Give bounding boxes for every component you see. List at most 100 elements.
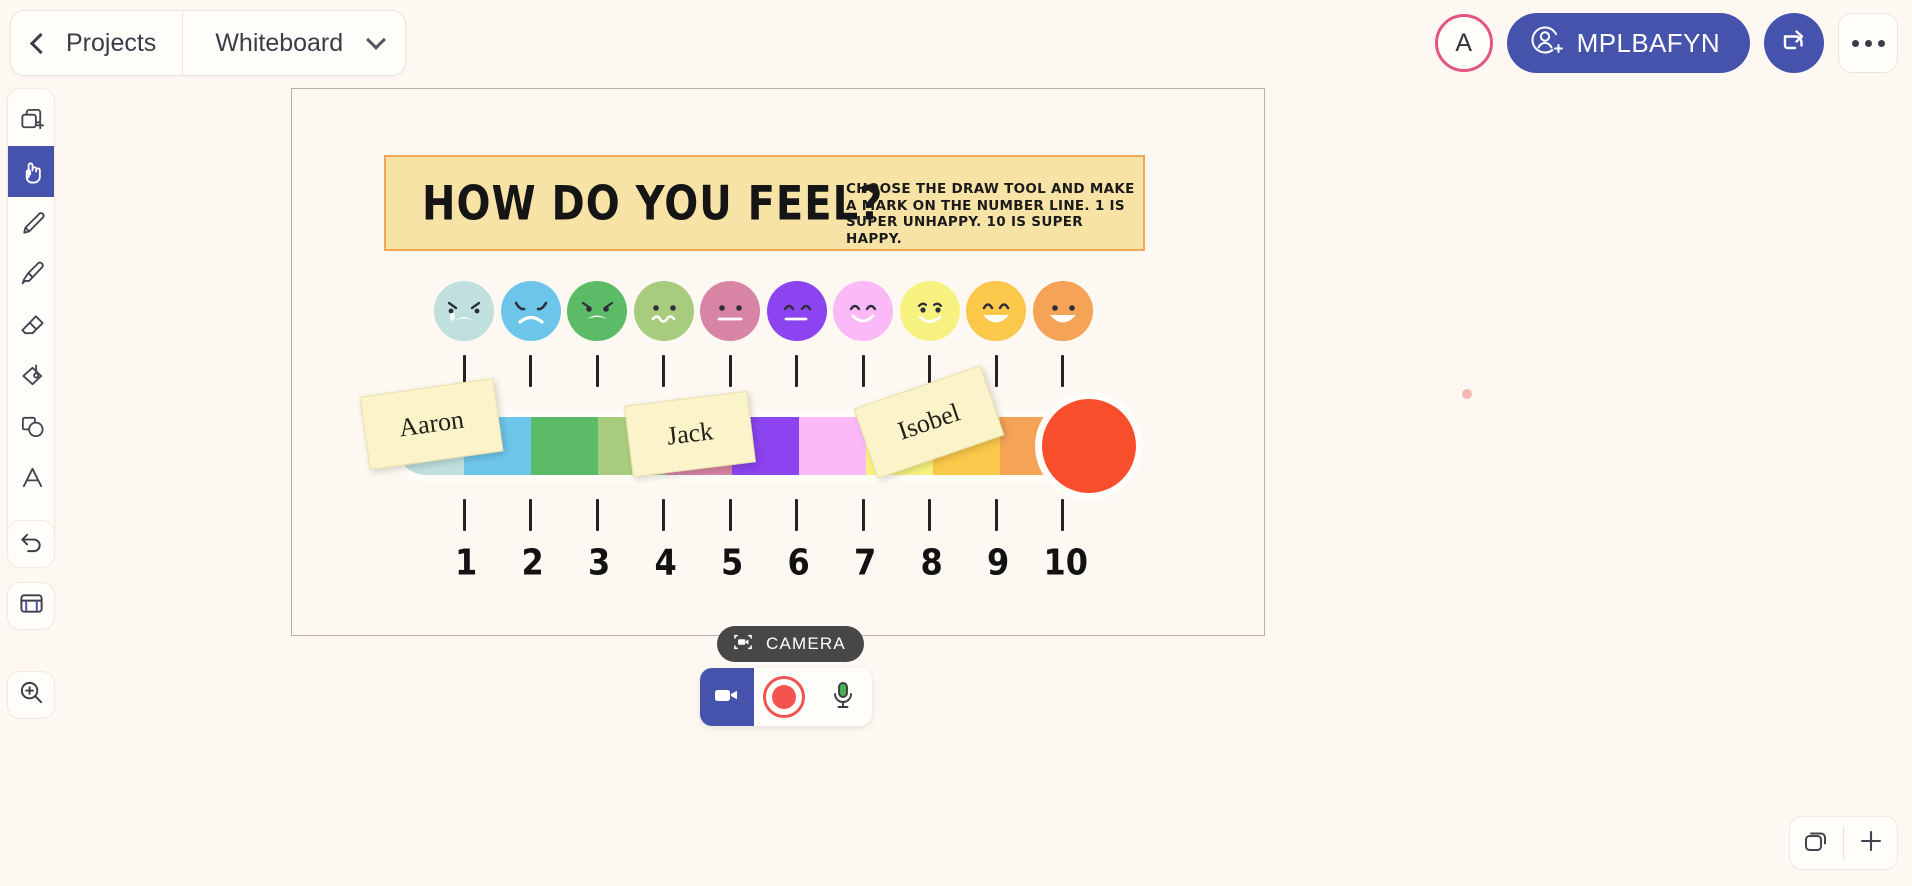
number-label-5: 5 <box>721 541 744 584</box>
tick-bottom-9 <box>994 499 998 531</box>
add-page-tool[interactable] <box>8 95 54 146</box>
camera-icon <box>713 686 741 709</box>
chevron-down-icon <box>366 30 387 50</box>
tick-bottom-4 <box>662 499 665 531</box>
number-row: 1 2 3 4 5 6 7 8 9 10 <box>292 541 1266 587</box>
highlighter-tool[interactable] <box>8 248 54 299</box>
number-label-2: 2 <box>521 541 544 584</box>
tick-top-4 <box>662 355 665 387</box>
highlighter-icon <box>19 260 46 287</box>
number-label-9: 9 <box>987 541 1010 584</box>
left-toolbar <box>7 88 55 557</box>
remote-cursor-dot <box>1462 389 1472 399</box>
plus-icon <box>1858 828 1884 859</box>
record-ring <box>763 676 805 718</box>
microphone-icon <box>830 680 856 715</box>
share-button[interactable] <box>1764 13 1824 73</box>
text-icon <box>19 464 46 491</box>
whiteboard-canvas[interactable]: HOW DO YOU FEEL? Choose the draw tool an… <box>291 88 1265 636</box>
mood-face-6 <box>766 281 827 341</box>
invite-code-button[interactable]: MPLBAFYN <box>1506 13 1750 73</box>
fill-tool[interactable] <box>8 350 54 401</box>
camera-toggle-button[interactable] <box>700 668 754 726</box>
microphone-button[interactable] <box>814 668 872 726</box>
hand-tool[interactable] <box>8 146 54 197</box>
tick-bottom-1 <box>462 499 466 531</box>
more-dot-1 <box>1851 39 1859 47</box>
chevron-left-icon <box>29 32 52 54</box>
tick-top-3 <box>595 355 599 387</box>
sticky-note-jack[interactable]: Jack <box>624 390 756 478</box>
tick-row-bottom <box>292 499 1266 533</box>
pages-button[interactable] <box>1790 816 1843 870</box>
board-name-label: Whiteboard <box>215 28 344 57</box>
pencil-tool[interactable] <box>8 197 54 248</box>
more-dot-2 <box>1864 39 1872 47</box>
number-label-10: 10 <box>1043 541 1089 584</box>
end-marker[interactable] <box>1042 399 1136 493</box>
tick-bottom-7 <box>861 499 865 531</box>
record-dot <box>772 685 796 709</box>
number-label-7: 7 <box>854 541 877 584</box>
top-bar: Projects Whiteboard A MPLBAFYN <box>0 0 1912 86</box>
avatar[interactable]: A <box>1434 14 1493 72</box>
camera-tooltip-label: CAMERA <box>766 634 846 653</box>
tick-top-9 <box>994 355 998 387</box>
back-to-projects-label: Projects <box>66 28 157 57</box>
navigation-pill: Projects Whiteboard <box>10 10 407 76</box>
camera-frame-icon <box>732 633 754 656</box>
hand-icon <box>19 158 46 185</box>
tick-bottom-5 <box>728 499 732 531</box>
shapes-tool[interactable] <box>8 401 54 452</box>
frame-button[interactable] <box>7 582 55 630</box>
pages-icon <box>1803 828 1831 859</box>
eraser-icon <box>19 311 46 338</box>
tick-bottom-6 <box>795 499 798 531</box>
record-button[interactable] <box>754 668 814 726</box>
shapes-icon <box>19 413 46 440</box>
tick-row-top <box>292 355 1266 389</box>
text-tool[interactable] <box>8 452 54 503</box>
recording-controls <box>700 668 872 726</box>
number-label-8: 8 <box>920 541 943 584</box>
activity-banner: HOW DO YOU FEEL? Choose the draw tool an… <box>384 155 1145 251</box>
tick-top-6 <box>795 355 798 387</box>
camera-tooltip: CAMERA <box>717 626 864 662</box>
banner-title: HOW DO YOU FEEL? <box>422 177 884 232</box>
back-to-projects-button[interactable]: Projects <box>11 11 184 75</box>
mood-face-9 <box>966 281 1026 341</box>
bottom-right-controls <box>1789 816 1898 870</box>
number-label-3: 3 <box>588 541 611 584</box>
mood-face-7 <box>833 281 893 341</box>
add-button[interactable] <box>1844 816 1897 870</box>
banner-instructions: Choose the draw tool and make a mark on … <box>846 181 1135 247</box>
avatar-initial: A <box>1455 28 1472 57</box>
tick-bottom-10 <box>1061 499 1064 531</box>
mood-face-5 <box>700 281 760 341</box>
mood-face-1 <box>434 281 494 341</box>
invite-code-label: MPLBAFYN <box>1576 27 1720 58</box>
scale-segment-3 <box>531 417 598 475</box>
tick-top-5 <box>728 355 732 387</box>
mood-face-10 <box>1032 281 1093 341</box>
pencil-icon <box>19 209 46 236</box>
top-bar-actions: A MPLBAFYN <box>1434 10 1898 76</box>
tick-top-10 <box>1061 355 1064 387</box>
tick-bottom-3 <box>595 499 599 531</box>
fill-bucket-icon <box>19 362 46 389</box>
number-label-4: 4 <box>654 541 677 584</box>
undo-button[interactable] <box>7 520 55 568</box>
tick-bottom-8 <box>928 499 931 531</box>
zoom-in-button[interactable] <box>7 671 55 719</box>
mood-face-row <box>292 281 1266 351</box>
add-page-icon <box>19 107 46 134</box>
mood-face-4 <box>633 281 694 341</box>
mood-face-2 <box>500 281 561 341</box>
sticky-note-aaron-label: Aaron <box>397 404 466 443</box>
add-person-icon <box>1529 24 1563 63</box>
more-options-button[interactable] <box>1838 13 1898 73</box>
sticky-note-isobel-label: Isobel <box>894 397 964 446</box>
eraser-tool[interactable] <box>8 299 54 350</box>
board-name-dropdown[interactable]: Whiteboard <box>183 11 405 75</box>
tick-bottom-2 <box>529 499 532 531</box>
